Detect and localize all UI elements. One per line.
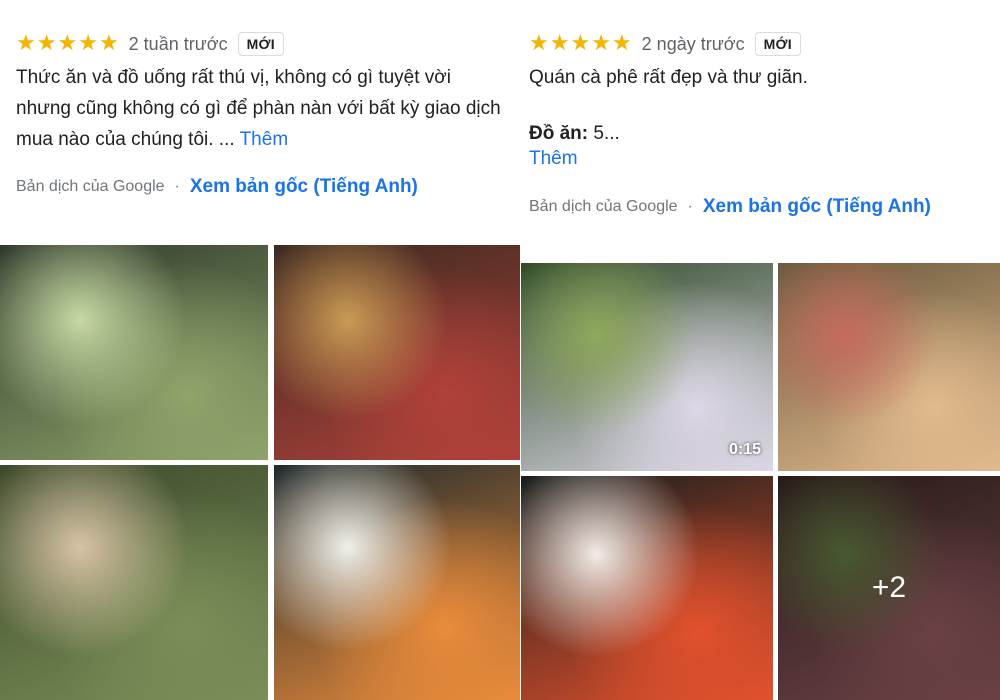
translated-by-label: Bản dịch của Google (16, 178, 165, 195)
view-original-link[interactable]: Xem bản gốc (Tiếng Anh) (703, 196, 931, 218)
tree-hall-photo[interactable] (274, 245, 520, 460)
star-rating: ★ ★ ★ ★ ★ (529, 33, 632, 55)
new-badge: MỚI (237, 32, 284, 56)
star-icon: ★ (529, 31, 549, 56)
translated-by-label: Bản dịch của Google (529, 198, 678, 215)
separator: · (174, 178, 180, 195)
view-original-link[interactable]: Xem bản gốc (Tiếng Anh) (190, 176, 418, 198)
review-time: 2 ngày trước (641, 33, 745, 54)
more-link[interactable]: Thêm (240, 129, 289, 150)
separator: · (687, 198, 693, 215)
new-badge: MỚI (754, 32, 801, 56)
translation-row: Bản dịch của Google · Xem bản gốc (Tiếng… (16, 176, 418, 198)
star-icon: ★ (36, 31, 57, 56)
review-meta: ★ ★ ★ ★ ★ 2 ngày trước MỚI (529, 31, 801, 57)
star-icon: ★ (611, 31, 632, 56)
food-label: Đồ ăn: (529, 123, 589, 144)
iced-coffee-photo[interactable] (0, 465, 268, 700)
star-icon: ★ (16, 31, 36, 56)
review-text: Quán cà phê rất đẹp và thư giãn. (529, 67, 808, 88)
koi-pond-photo-1[interactable] (274, 465, 520, 700)
more-photos-count[interactable]: +2 (778, 476, 1000, 700)
koi-pond-photo-2[interactable] (521, 476, 773, 700)
star-icon: ★ (549, 31, 570, 56)
star-rating: ★ ★ ★ ★ ★ (16, 33, 119, 55)
video-duration: 0:15 (728, 441, 761, 458)
review-time: 2 tuần trước (128, 33, 228, 54)
food-value: 5... (593, 123, 620, 144)
review-text: Thức ăn và đồ uống rất thú vị, không có … (16, 62, 511, 155)
review-meta: ★ ★ ★ ★ ★ 2 tuần trước MỚI (16, 31, 284, 57)
star-icon: ★ (591, 31, 611, 56)
star-icon: ★ (98, 31, 119, 56)
terrace-garden-photo[interactable]: +2 (778, 476, 1000, 700)
flower-wall-video[interactable]: 0:15 (521, 263, 773, 471)
drink-palm-photo[interactable] (778, 263, 1000, 471)
star-icon: ★ (570, 31, 591, 56)
more-link[interactable]: Thêm (529, 143, 578, 174)
food-rating: Đồ ăn: 5... (529, 118, 989, 149)
star-icon: ★ (78, 31, 98, 56)
star-icon: ★ (57, 31, 78, 56)
garden-mist-photo[interactable] (0, 245, 268, 460)
translation-row: Bản dịch của Google · Xem bản gốc (Tiếng… (529, 196, 931, 218)
